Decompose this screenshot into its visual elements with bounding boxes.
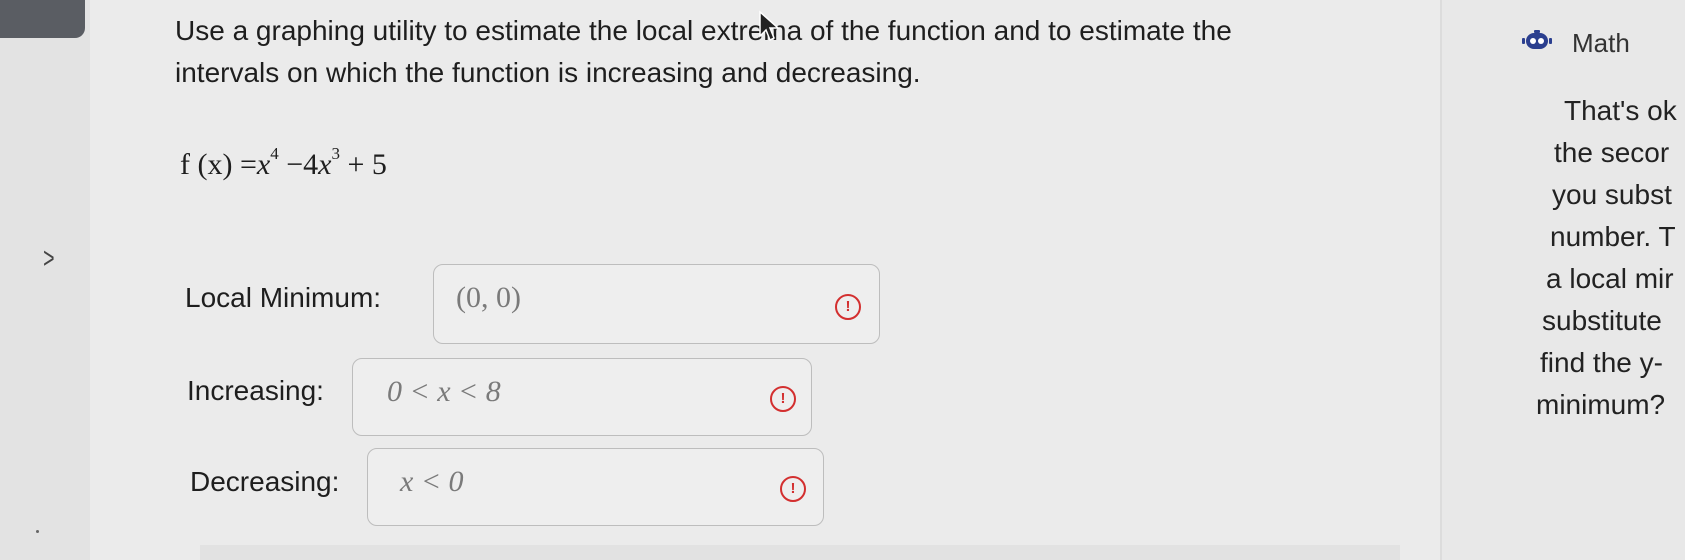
assistant-message-line: That's ok (1564, 95, 1677, 126)
assistant-message-line: you subst (1552, 179, 1672, 210)
error-alert-icon: ! (770, 386, 796, 412)
question-text: Use a graphing utility to estimate the l… (175, 10, 1435, 94)
left-gutter (0, 0, 90, 560)
function-formula: f (x) =x4 −4x3 + 5 (180, 144, 387, 182)
increasing-label: Increasing: (187, 375, 324, 406)
increasing-input[interactable]: 0 < x < 8 ! (352, 358, 812, 436)
error-alert-icon: ! (835, 294, 861, 320)
error-alert-icon: ! (780, 476, 806, 502)
formula-lhs: f (x) = (180, 148, 257, 181)
dot-mark (36, 530, 39, 533)
robot-assistant-icon (1522, 30, 1552, 49)
decreasing-input[interactable]: x < 0 ! (367, 448, 824, 526)
formula-term2-exp: 3 (331, 144, 340, 163)
question-line-1: Use a graphing utility to estimate the l… (175, 15, 1232, 46)
assistant-message: That's ok the secor you subst number. T … (1500, 90, 1685, 426)
bottom-strip (200, 545, 1400, 560)
local-minimum-input[interactable]: (0, 0) ! (433, 264, 880, 344)
assistant-message-line: find the y- (1540, 347, 1663, 378)
assistant-message-line: a local mir (1546, 263, 1674, 294)
formula-term2-coef: −4 (286, 148, 319, 181)
increasing-value: 0 < x < 8 (387, 375, 501, 408)
decreasing-label: Decreasing: (190, 466, 340, 497)
local-minimum-label: Local Minimum: (185, 282, 382, 313)
formula-term3: + 5 (347, 148, 387, 181)
question-line-2: intervals on which the function is incre… (175, 57, 921, 88)
assistant-message-line: substitute (1542, 305, 1662, 336)
local-minimum-value: (0, 0) (456, 281, 521, 314)
formula-term2-base: x (318, 148, 332, 181)
formula-term1-base: x (256, 148, 271, 181)
assistant-message-line: minimum? (1536, 389, 1666, 420)
decreasing-value: x < 0 (400, 465, 464, 498)
mouse-cursor-icon (759, 10, 780, 42)
assistant-header-title: Math (1572, 28, 1630, 58)
assistant-message-line: number. T (1550, 221, 1676, 252)
formula-term1-exp: 4 (270, 144, 279, 163)
toolbar-stub (0, 0, 85, 38)
assistant-message-line: the secor (1554, 137, 1670, 168)
expand-chevron-icon[interactable]: > (43, 242, 54, 276)
